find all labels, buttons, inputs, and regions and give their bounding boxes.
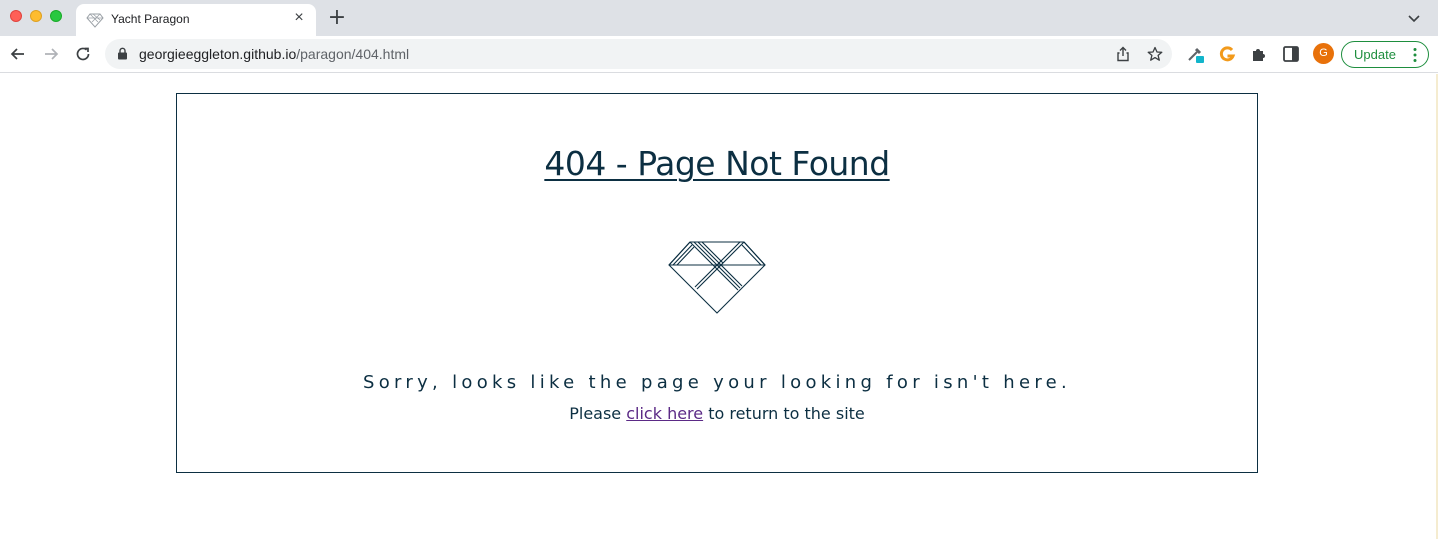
forward-arrow-icon[interactable] [41, 44, 61, 64]
tab-title: Yacht Paragon [111, 12, 190, 26]
tab-close-icon[interactable]: × [290, 9, 308, 27]
page-title: 404 - Page Not Found [544, 144, 890, 183]
lock-icon[interactable] [117, 47, 128, 60]
reload-icon[interactable] [73, 44, 93, 64]
puzzle-extensions-icon[interactable] [1250, 45, 1268, 63]
new-tab-button[interactable]: + [326, 7, 348, 29]
address-bar[interactable]: georgieeggleton.github.io/paragon/404.ht… [105, 39, 1172, 69]
share-icon[interactable] [1115, 46, 1131, 62]
window-minimize-button[interactable] [30, 10, 42, 22]
tab-strip: Yacht Paragon × + [0, 0, 1438, 36]
back-arrow-icon[interactable] [8, 44, 28, 64]
chevron-down-icon[interactable] [1406, 10, 1422, 26]
bookmark-star-icon[interactable] [1147, 46, 1163, 62]
url-path: /paragon/404.html [296, 46, 410, 62]
return-suffix: to return to the site [703, 404, 865, 423]
error-message: Sorry, looks like the page your looking … [362, 372, 1072, 393]
profile-avatar[interactable]: G [1313, 43, 1334, 64]
diamond-logo-icon [668, 241, 766, 314]
window-close-button[interactable] [10, 10, 22, 22]
url-host: georgieeggleton.github.io [139, 46, 297, 62]
url-text[interactable]: georgieeggleton.github.io/paragon/404.ht… [139, 46, 409, 62]
update-button[interactable]: Update [1341, 41, 1429, 68]
window-maximize-button[interactable] [50, 10, 62, 22]
error-card: 404 - Page Not Found Sorry, looks like t… [176, 93, 1258, 473]
more-vert-icon[interactable] [1412, 46, 1418, 64]
click-here-link[interactable]: click here [626, 404, 703, 423]
browser-toolbar: georgieeggleton.github.io/paragon/404.ht… [0, 36, 1438, 73]
eyedropper-extension-icon[interactable] [1186, 45, 1204, 63]
page-viewport: 404 - Page Not Found Sorry, looks like t… [0, 74, 1438, 539]
grammarly-extension-icon[interactable] [1218, 45, 1236, 63]
return-prefix: Please [569, 404, 627, 423]
tab-yacht-paragon[interactable]: Yacht Paragon × [76, 4, 316, 36]
side-panel-icon[interactable] [1282, 45, 1300, 63]
diamond-icon [86, 13, 104, 28]
return-message: Please click here to return to the site [177, 404, 1257, 423]
update-button-label: Update [1354, 47, 1396, 62]
